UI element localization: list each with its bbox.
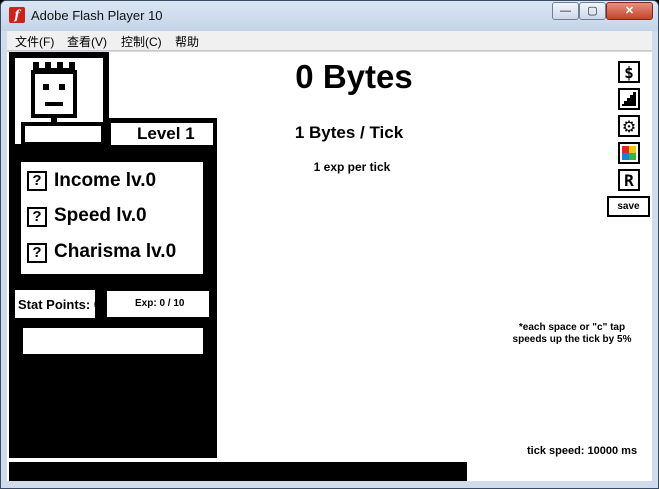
- flash-player-window: f Adobe Flash Player 10 — ▢ ✕ 文件(F) 查看(V…: [0, 0, 659, 489]
- level-label: Level 1: [137, 124, 195, 143]
- stat-income[interactable]: Income lv.0: [54, 170, 156, 192]
- maximize-button[interactable]: ▢: [579, 2, 606, 20]
- close-button[interactable]: ✕: [606, 2, 653, 20]
- svg-text:$: $: [624, 63, 634, 81]
- menu-view[interactable]: 查看(V): [67, 33, 107, 50]
- tick-progress-bar: [9, 462, 467, 481]
- menu-control[interactable]: 控制(C): [121, 33, 162, 50]
- svg-text:⚙: ⚙: [622, 117, 636, 135]
- help-icon-charisma[interactable]: ?: [27, 243, 47, 263]
- tick-hint: *each space or "c" tap speeds up the tic…: [512, 322, 632, 345]
- tick-speed: tick speed: 10000 ms: [527, 445, 638, 457]
- stairs-icon[interactable]: [618, 88, 640, 110]
- dollar-icon[interactable]: $: [618, 61, 640, 83]
- stat-speed[interactable]: Speed lv.0: [54, 205, 147, 227]
- help-icon-speed[interactable]: ?: [27, 207, 47, 227]
- message-box: [23, 328, 203, 354]
- flash-stage[interactable]: Level 1 ? Income lv.0 ? Speed lv.0 ? Cha…: [7, 52, 652, 481]
- title-bar[interactable]: f Adobe Flash Player 10 — ▢ ✕: [1, 1, 658, 31]
- stat-charisma[interactable]: Charisma lv.0: [54, 241, 176, 263]
- menu-bar: 文件(F) 查看(V) 控制(C) 帮助: [7, 31, 652, 51]
- tick-progress-fill: [9, 462, 467, 481]
- minimize-button[interactable]: —: [552, 2, 579, 20]
- exp-rate: 1 exp per tick: [313, 160, 391, 174]
- save-button[interactable]: save: [607, 196, 650, 217]
- exp-label: Exp: 0 / 10: [135, 298, 185, 309]
- color-wheel-icon[interactable]: [618, 142, 640, 164]
- flash-app-icon: f: [9, 7, 25, 23]
- stat-points-label: Stat Points: 0: [18, 297, 102, 312]
- window-title: Adobe Flash Player 10: [31, 8, 163, 23]
- svg-text:R: R: [624, 171, 634, 189]
- help-icon-income[interactable]: ?: [27, 171, 47, 191]
- gear-icon[interactable]: ⚙: [618, 115, 640, 137]
- r-icon[interactable]: R: [618, 169, 640, 191]
- bytes-rate: 1 Bytes / Tick: [294, 123, 404, 142]
- avatar-icon: [21, 62, 103, 144]
- menu-help[interactable]: 帮助: [175, 33, 199, 50]
- menu-file[interactable]: 文件(F): [15, 33, 54, 50]
- bytes-counter: 0 Bytes: [295, 58, 413, 95]
